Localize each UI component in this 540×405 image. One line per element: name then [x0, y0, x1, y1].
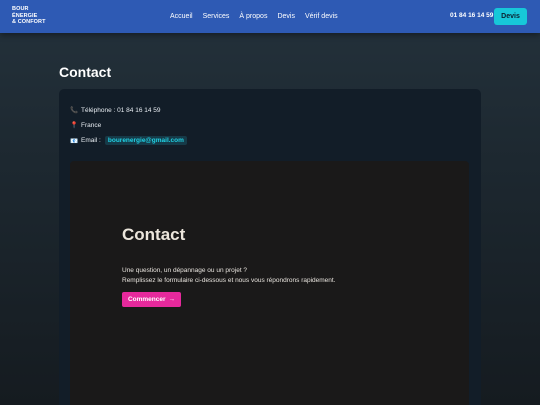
hero-title: Contact	[122, 225, 186, 244]
contact-phone-text: Téléphone : 01 84 16 14 59	[81, 106, 161, 114]
nav-link-services[interactable]: Services	[203, 13, 230, 20]
main-nav: Accueil Services À propos Devis Vérif de…	[170, 0, 338, 33]
hero-description-line-2: Remplissez le formulaire ci-dessous et n…	[122, 277, 336, 284]
nav-link-accueil[interactable]: Accueil	[170, 13, 193, 20]
navbar: BOUR ÉNERGIE & CONFORT Accueil Services …	[0, 0, 540, 33]
contact-email-row: 📧 Email : bourenergie@gmail.com	[70, 136, 187, 145]
nav-phone-number[interactable]: 01 84 16 14 59	[450, 12, 493, 19]
page-title: Contact	[59, 64, 112, 80]
phone-icon: 📞	[70, 107, 79, 114]
brand-logo[interactable]: BOUR ÉNERGIE & CONFORT	[12, 6, 46, 26]
contact-email-link[interactable]: bourenergie@gmail.com	[104, 136, 187, 145]
nav-link-verif-devis[interactable]: Vérif devis	[305, 13, 338, 20]
nav-link-devis[interactable]: Devis	[277, 13, 295, 20]
contact-location-text: France	[81, 121, 102, 129]
contact-info-card: 📞 Téléphone : 01 84 16 14 59 📍 France 📧 …	[59, 89, 481, 405]
devis-button[interactable]: Devis	[494, 8, 527, 25]
contact-location-row: 📍 France	[70, 121, 102, 130]
commencer-button-label: Commencer	[127, 296, 166, 303]
hero-description-line-1: Une question, un dépannage ou un projet …	[122, 267, 248, 274]
contact-phone-row: 📞 Téléphone : 01 84 16 14 59	[70, 106, 161, 115]
brand-line-3: & CONFORT	[12, 19, 46, 25]
location-pin-icon: 📍	[70, 122, 79, 129]
hero-description: Une question, un dépannage ou un projet …	[122, 266, 422, 286]
nav-link-a-propos[interactable]: À propos	[239, 13, 267, 20]
contact-email-label: Email :	[81, 137, 101, 144]
commencer-button[interactable]: Commencer →	[122, 292, 181, 307]
arrow-right-icon: →	[168, 296, 176, 303]
email-icon: 📧	[70, 137, 79, 145]
contact-hero-panel: Contact Une question, un dépannage ou un…	[70, 161, 469, 405]
